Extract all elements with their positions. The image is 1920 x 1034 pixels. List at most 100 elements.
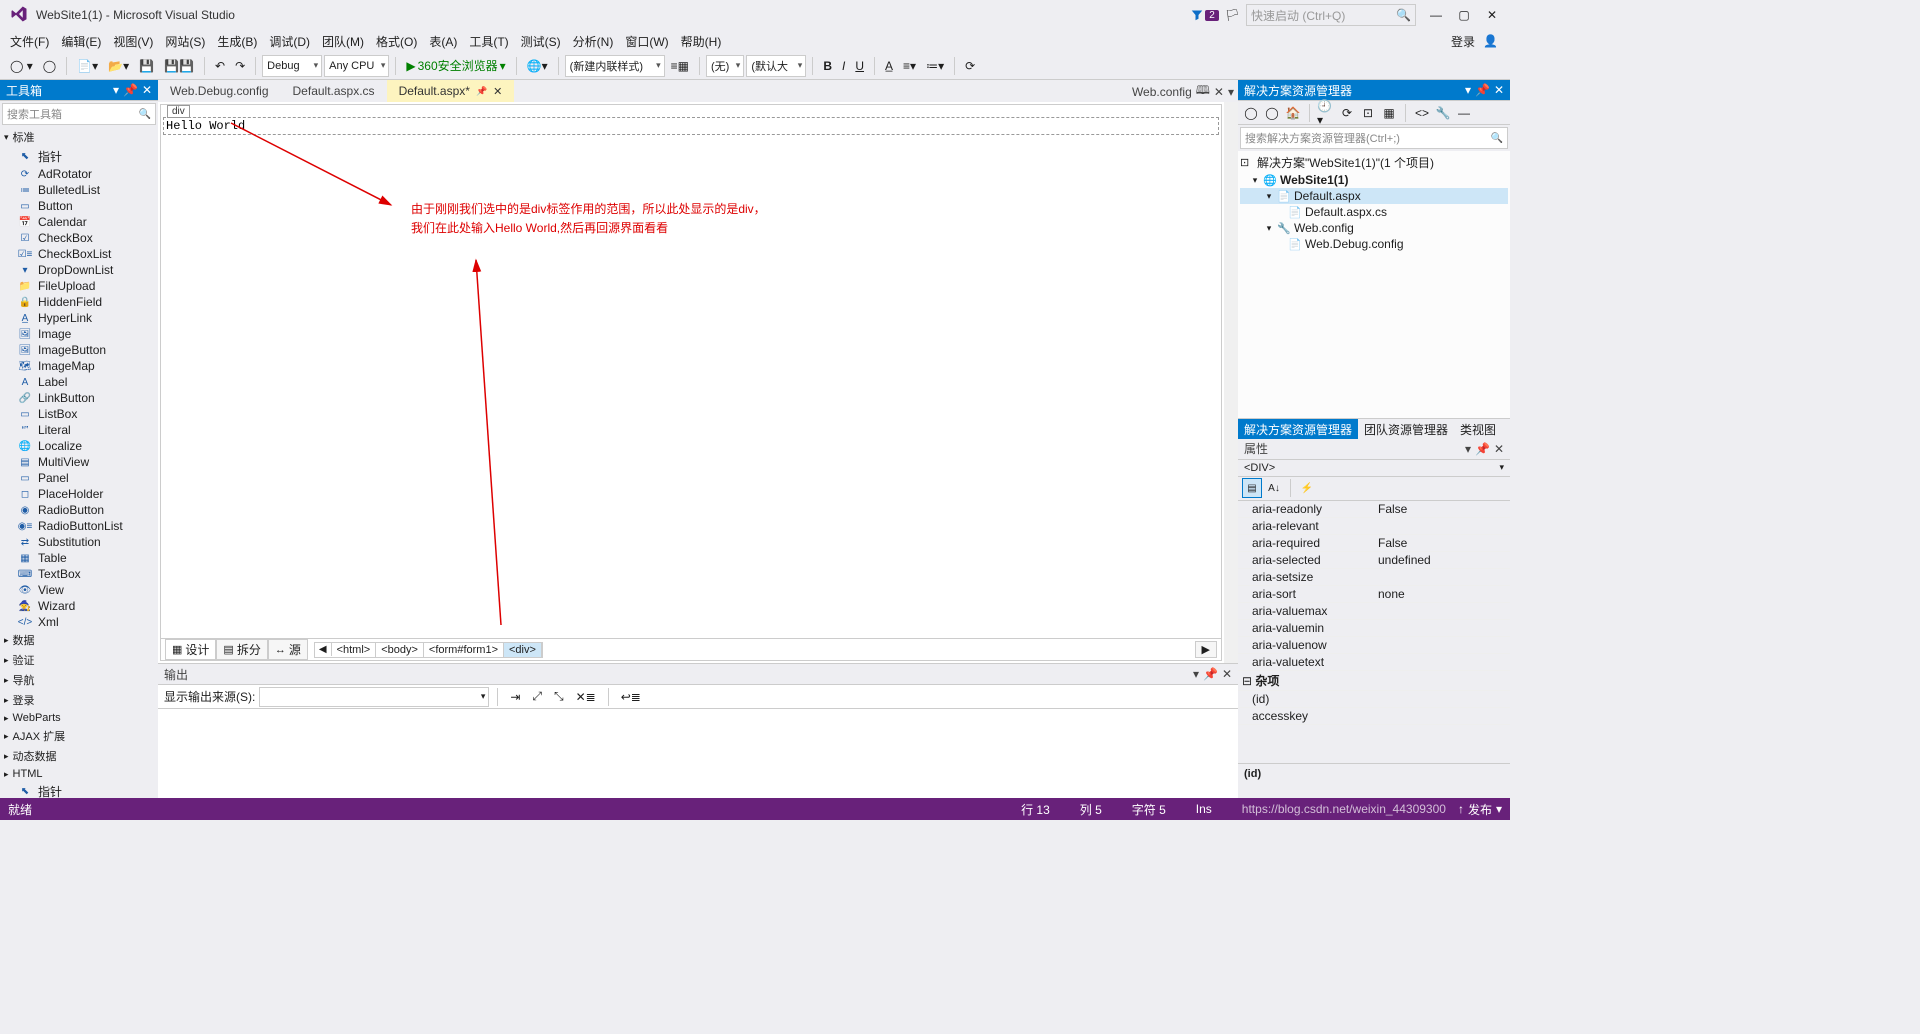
breadcrumb-div[interactable]: <div> — [504, 643, 542, 657]
props-categorized-button[interactable]: ▤ — [1242, 478, 1262, 498]
property-value[interactable] — [1374, 654, 1510, 670]
output-prev-button[interactable]: ⤢ — [528, 686, 546, 708]
nav-fwd-button[interactable]: ◯ — [39, 55, 60, 77]
tab-webconfig[interactable]: Web.config — [1132, 85, 1192, 99]
italic-button[interactable]: I — [838, 55, 849, 77]
se-close-icon[interactable]: ✕ — [1494, 83, 1504, 97]
bold-button[interactable]: B — [819, 55, 836, 77]
toolbox-item[interactable]: ☑CheckBox — [0, 230, 158, 246]
tree-defaultaspx[interactable]: ▾📄Default.aspx — [1240, 188, 1508, 204]
toolbox-close-icon[interactable]: ✕ — [142, 83, 152, 97]
toolbox-category[interactable]: HTML — [0, 766, 158, 782]
menu-debug[interactable]: 调试(D) — [263, 31, 316, 52]
toolbox-item[interactable]: 🖼Image — [0, 326, 158, 342]
menu-team[interactable]: 团队(M) — [316, 31, 370, 52]
menu-tools[interactable]: 工具(T) — [463, 31, 514, 52]
property-row[interactable]: (id) — [1238, 691, 1510, 708]
output-wrap-button[interactable]: ↩≣ — [617, 686, 645, 708]
properties-grid[interactable]: aria-readonlyFalsearia-relevantaria-requ… — [1238, 501, 1510, 764]
toolbox-category[interactable]: 验证 — [0, 650, 158, 670]
view-design-button[interactable]: ▦ 设计 — [165, 639, 216, 660]
tree-defaultaspxcs[interactable]: 📄Default.aspx.cs — [1240, 204, 1508, 220]
menu-website[interactable]: 网站(S) — [159, 31, 211, 52]
breadcrumb-prev-button[interactable]: ◀ — [315, 643, 332, 656]
toolbox-pin-icon[interactable]: 📌 — [123, 83, 138, 97]
tree-solution[interactable]: ⊡解决方案"WebSite1(1)"(1 个项目) — [1240, 153, 1508, 172]
menu-edit[interactable]: 编辑(E) — [55, 31, 107, 52]
config-combo[interactable]: Debug — [262, 55, 322, 77]
toolbox-item[interactable]: 👁View — [0, 582, 158, 598]
breadcrumb-body[interactable]: <body> — [376, 643, 424, 657]
output-dropdown-icon[interactable]: ▾ — [1193, 667, 1199, 681]
designer-content-input[interactable] — [163, 117, 1219, 135]
style-target-combo[interactable]: (新建内联样式) — [565, 55, 665, 77]
se-properties-icon[interactable]: 🔧 — [1434, 104, 1452, 122]
toolbox-category[interactable]: WebParts — [0, 710, 158, 726]
toolbox-item[interactable]: 📅Calendar — [0, 214, 158, 230]
props-events-button[interactable]: ⚡ — [1297, 478, 1317, 498]
toolbox-item[interactable]: 🧙Wizard — [0, 598, 158, 614]
toolbox-item[interactable]: ⌨TextBox — [0, 566, 158, 582]
menu-format[interactable]: 格式(O) — [370, 31, 423, 52]
output-next-button[interactable]: ⤡ — [550, 686, 568, 708]
breadcrumb-form[interactable]: <form#form1> — [424, 643, 504, 657]
props-close-icon[interactable]: ✕ — [1494, 442, 1504, 456]
toolbox-category[interactable]: 导航 — [0, 670, 158, 690]
property-value[interactable] — [1374, 518, 1510, 534]
new-file-button[interactable]: 📄▾ — [73, 55, 102, 77]
se-code-icon[interactable]: <> — [1413, 104, 1431, 122]
props-alpha-button[interactable]: A↓ — [1264, 478, 1284, 498]
toolbox-item[interactable]: A̲HyperLink — [0, 310, 158, 326]
maximize-button[interactable]: ▢ — [1450, 4, 1478, 26]
close-button[interactable]: ✕ — [1478, 4, 1506, 26]
list-button[interactable]: ≔▾ — [922, 55, 948, 77]
breadcrumb-next-button[interactable]: ▶ — [1195, 641, 1217, 658]
tab-webdebugconfig[interactable]: Web.Debug.config — [158, 80, 281, 102]
toolbox-item[interactable]: ⬉指针 — [0, 147, 158, 166]
property-value[interactable] — [1374, 637, 1510, 653]
toolbox-item[interactable]: ◻PlaceHolder — [0, 486, 158, 502]
menu-file[interactable]: 文件(F) — [4, 31, 55, 52]
property-row[interactable]: aria-valuemin — [1238, 620, 1510, 637]
property-value[interactable] — [1374, 569, 1510, 585]
tree-webdebugconfig[interactable]: 📄Web.Debug.config — [1240, 236, 1508, 252]
publish-button[interactable]: ↑ 发布 ▾ — [1458, 801, 1502, 818]
designer-surface[interactable]: div 由于刚刚我们选中的是div标签作用的范围，所以此处显示的是div， 我们… — [160, 104, 1222, 661]
toolbox-category[interactable]: 登录 — [0, 690, 158, 710]
undo-button[interactable]: ↶ — [211, 55, 229, 77]
toolbox-category[interactable]: AJAX 扩展 — [0, 726, 158, 746]
tab-overflow-icon[interactable]: ▾ — [1228, 85, 1234, 99]
output-goto-button[interactable]: ⇥ — [506, 686, 524, 708]
se-pin-icon[interactable]: 📌 — [1475, 83, 1490, 97]
output-clear-button[interactable]: ✕≣ — [572, 686, 600, 708]
property-value[interactable] — [1374, 603, 1510, 619]
menu-window[interactable]: 窗口(W) — [619, 31, 674, 52]
menu-view[interactable]: 视图(V) — [107, 31, 159, 52]
tab-class-view[interactable]: 类视图 — [1454, 419, 1502, 439]
property-row[interactable]: aria-requiredFalse — [1238, 535, 1510, 552]
tab-defaultaspx[interactable]: Default.aspx*📌✕ — [387, 80, 515, 102]
property-value[interactable]: False — [1374, 535, 1510, 551]
properties-object-combo[interactable]: <DIV> — [1238, 460, 1510, 477]
tree-webconfig[interactable]: ▾🔧Web.config — [1240, 220, 1508, 236]
fontcolor-button[interactable]: A̲ — [881, 55, 897, 77]
nav-back-button[interactable]: ◯ ▾ — [6, 55, 37, 77]
toolbox-item[interactable]: </>Xml — [0, 614, 158, 630]
view-split-button[interactable]: ▤ 拆分 — [216, 639, 267, 660]
toolbox-category[interactable]: 动态数据 — [0, 746, 158, 766]
toolbox-item[interactable]: 🔗LinkButton — [0, 390, 158, 406]
pin-icon[interactable]: 📌 — [476, 86, 487, 97]
toolbox-item[interactable]: ▾DropDownList — [0, 262, 158, 278]
toolbox-item[interactable]: ⇄Substitution — [0, 534, 158, 550]
se-sync-icon[interactable]: 🕘▾ — [1317, 104, 1335, 122]
notification-icon[interactable]: 🏳 — [1225, 8, 1240, 22]
toolbox-item[interactable]: “”Literal — [0, 422, 158, 438]
font-size-combo[interactable]: (默认大 — [746, 55, 806, 77]
toolbox-item[interactable]: ALabel — [0, 374, 158, 390]
open-file-button[interactable]: 📂▾ — [104, 55, 133, 77]
toolbox-cat-standard[interactable]: 标准 — [0, 127, 158, 147]
designer-scrollbar[interactable] — [1224, 102, 1238, 663]
toolbox-item[interactable]: 📁FileUpload — [0, 278, 158, 294]
se-showall-icon[interactable]: ▦ — [1380, 104, 1398, 122]
login-link[interactable]: 登录 — [1451, 33, 1475, 50]
